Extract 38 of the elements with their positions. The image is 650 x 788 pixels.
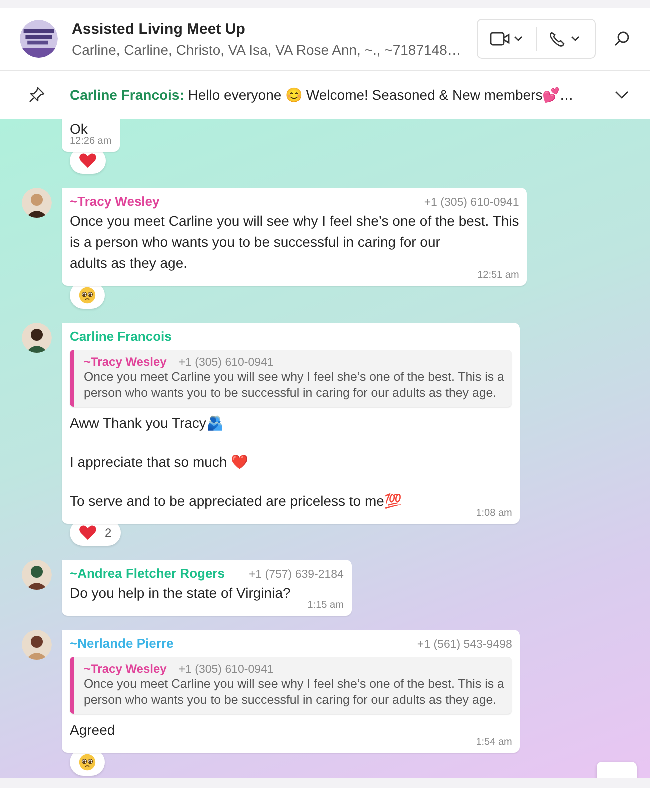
search-icon [614, 31, 630, 47]
message-text: To serve and to be appreciated are priceless to me💯 [70, 492, 402, 511]
sender-name: ~Andrea Fletcher Rogers [70, 566, 225, 581]
quoted-message[interactable]: ~Tracy Wesley +1 (305) 610-0941 Once you meet Carline you will see why I feel she’s one of the best. This is a person who wants you to be successful in caring for our adults as they age. [70, 350, 512, 407]
quoted-message[interactable]: ~Tracy Wesley +1 (305) 610-0941 Once you meet Carline you will see why I feel she’s one of the best. This is a person who wants you to be successful in caring for our adults as they age. [70, 657, 512, 714]
heart-icon [79, 153, 97, 169]
phone-number: +1 (757) 639-2184 [248, 569, 344, 581]
message-text: Agreed [70, 721, 116, 740]
chat-title: Assisted Living Meet Up [72, 20, 246, 38]
participants-list: Carline, Carline, Christo, VA Isa, VA Rose Ann, ~., ~7187148… [72, 42, 469, 58]
phone-number: +1 (305) 610-0941 [178, 357, 274, 369]
quoted-text: Once you meet Carline you will see why I feel she’s one of the best. This is a person who wants you to be successful in caring for our adults as they age. [84, 676, 504, 708]
reaction-count: 2 [105, 526, 112, 540]
message-text: Once you meet Carline you will see why I feel she’s one of the best. This is a person who wants you to be successful in caring for our adults as they age. [70, 212, 520, 271]
video-camera-icon [490, 31, 524, 47]
pinned-message[interactable]: Carline Francois: Hello everyone 😊 Welcome! Seasoned & New members💕… [70, 87, 596, 103]
sender-name: ~Nerlande Pierre [70, 636, 174, 651]
sender-name: Carline Francois [70, 329, 172, 344]
phone-number: +1 (305) 610-0941 [178, 664, 274, 676]
message-text: Aww Thank you Tracy🫂 [70, 414, 224, 433]
message-time: 1:54 am [476, 737, 512, 748]
quoted-sender: ~Tracy Wesley [84, 355, 167, 369]
message-time: 1:08 am [476, 508, 512, 519]
phone-number: +1 (305) 610-0941 [424, 197, 520, 209]
sender-name: ~Tracy Wesley [70, 194, 160, 209]
pinned-sender: Carline Francois: [70, 87, 184, 103]
message-text: Ok [70, 120, 89, 137]
message-text: Do you help in the state of Virginia? [70, 584, 292, 603]
message-time: 12:26 am [70, 136, 112, 147]
message-time: 12:51 am [478, 270, 520, 281]
pin-icon [29, 87, 45, 103]
message-time: 1:15 am [308, 600, 344, 611]
pinned-text: Hello everyone 😊 Welcome! Seasoned & New members💕… [188, 87, 574, 103]
phone-number: +1 (561) 543-9498 [417, 639, 512, 651]
quoted-sender: ~Tracy Wesley [84, 662, 167, 676]
quoted-text: Once you meet Carline you will see why I feel she’s one of the best. This is a person who wants you to be successful in caring for our adults as they age. [84, 369, 504, 401]
heart-icon [79, 525, 97, 541]
message-text: I appreciate that so much ❤ [70, 453, 250, 472]
